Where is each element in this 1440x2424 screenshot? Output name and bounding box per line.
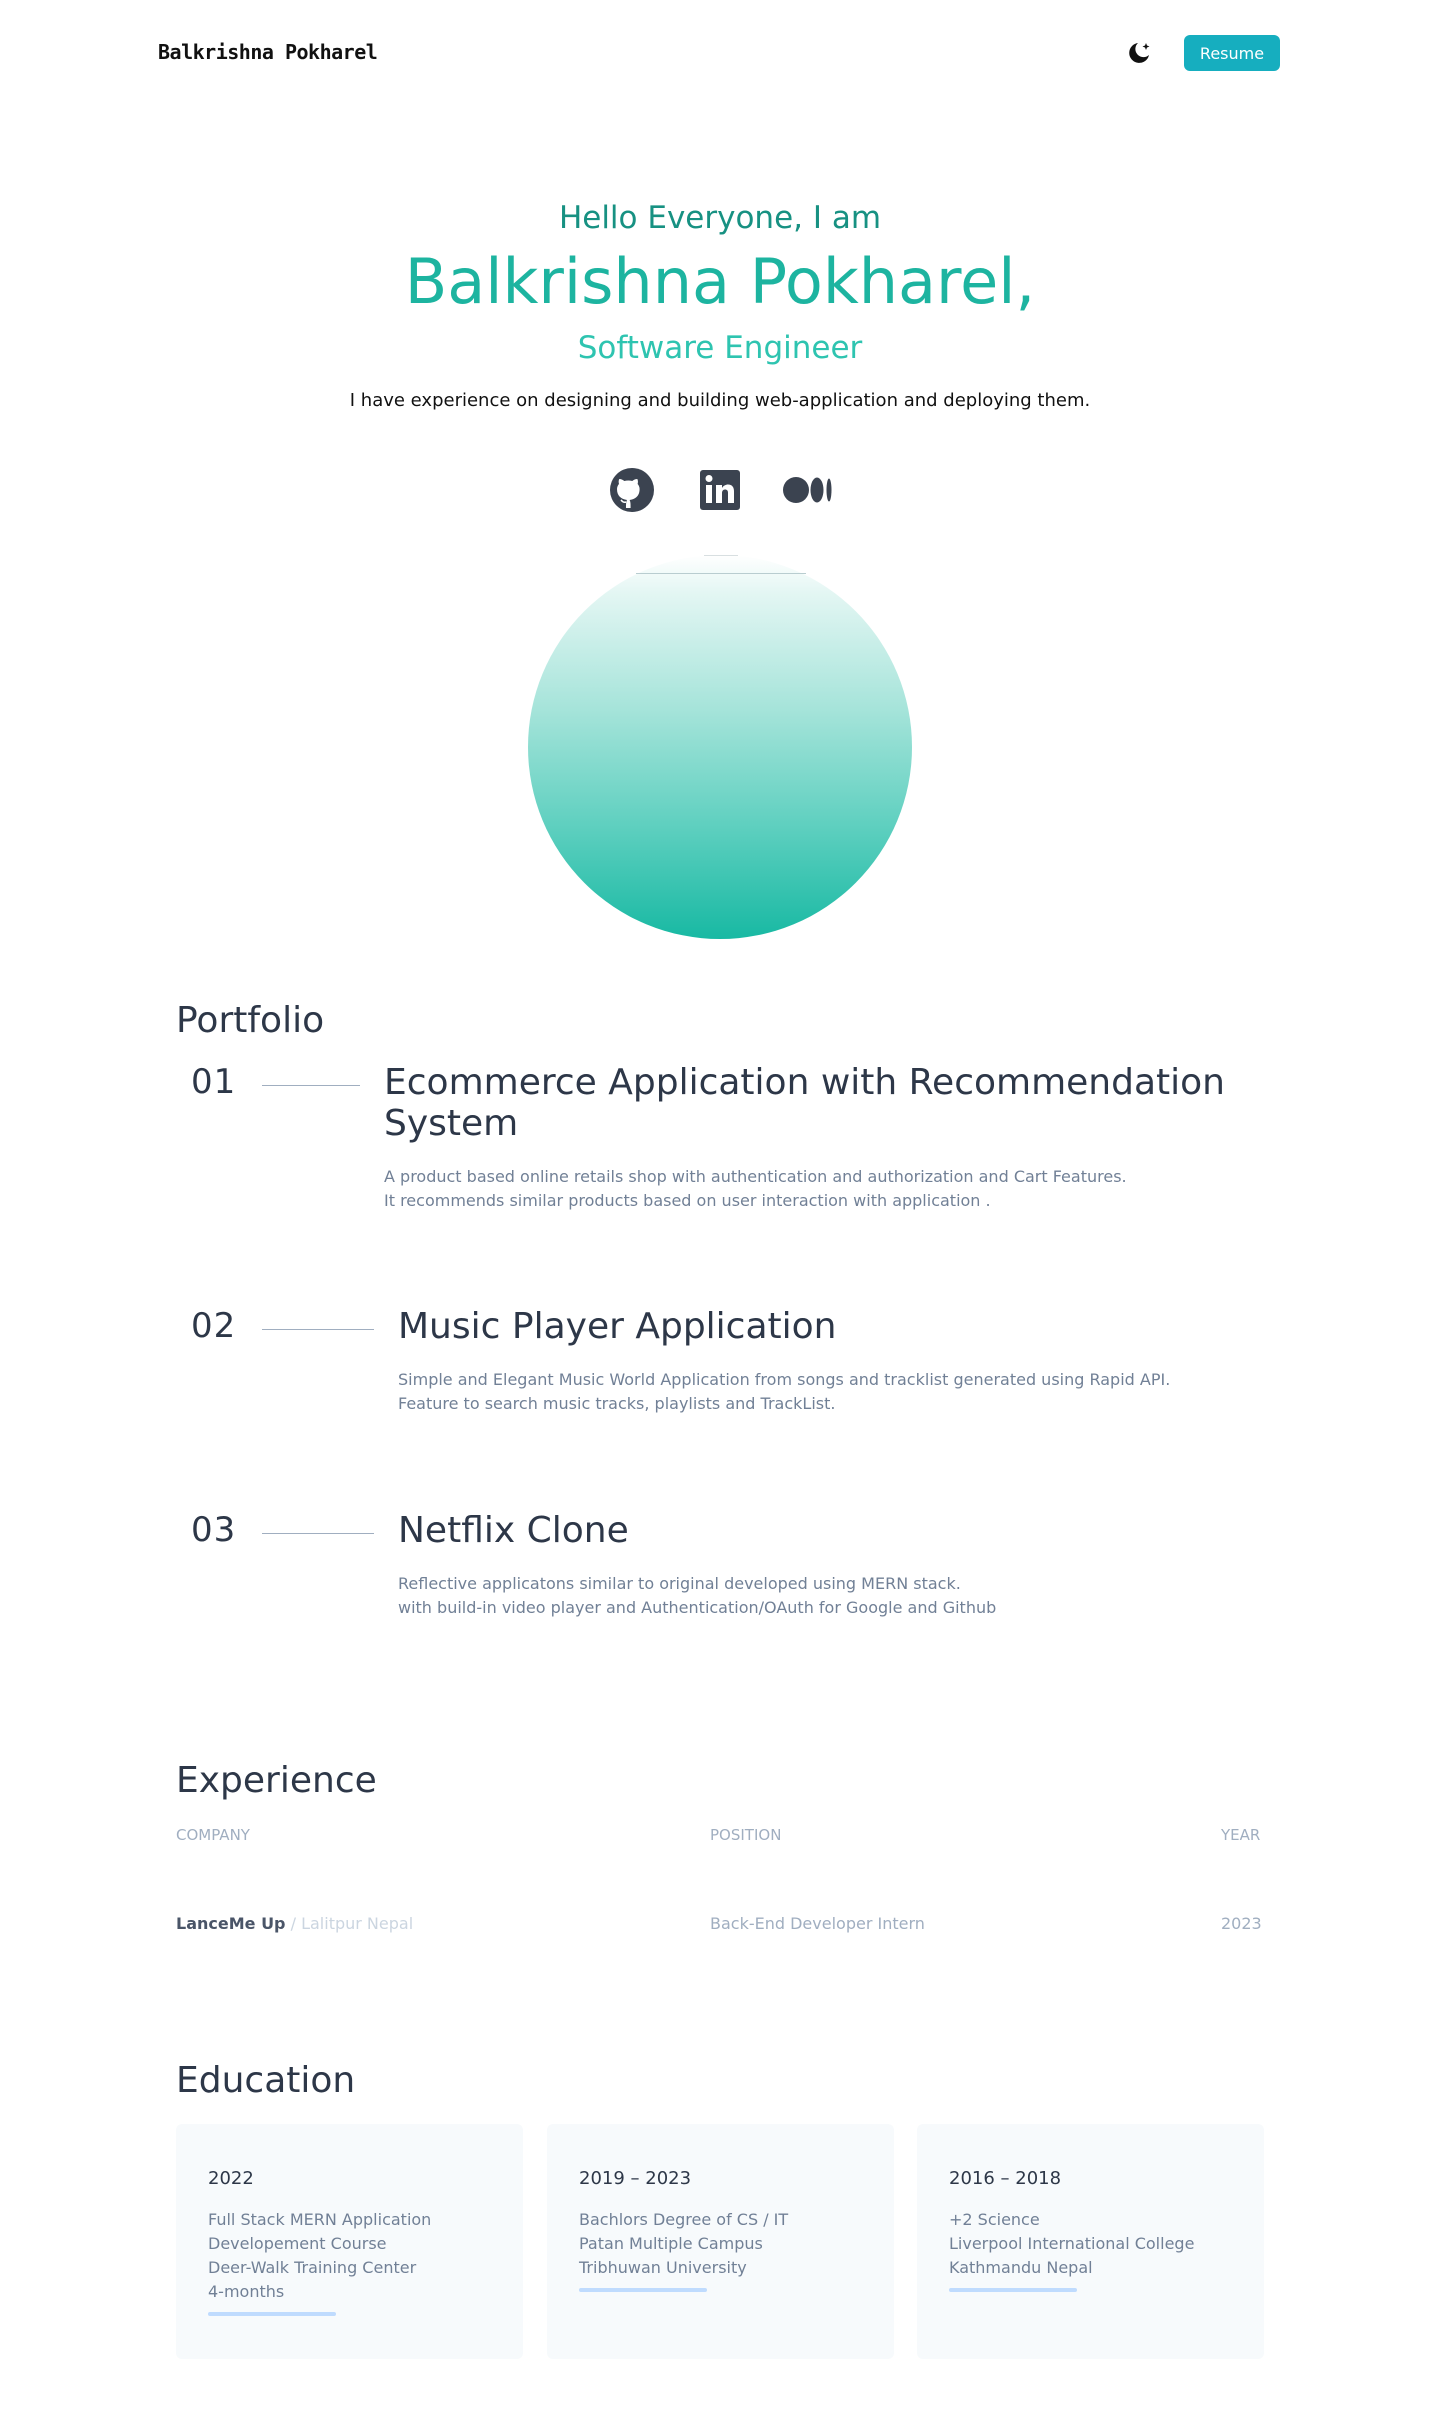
github-icon[interactable]	[608, 466, 656, 514]
education-year: 2016 – 2018	[949, 2168, 1062, 2189]
resume-button[interactable]: Resume	[1184, 35, 1280, 71]
project-number: 01	[191, 1062, 237, 1102]
site-logo[interactable]: Balkrishna Pokharel	[158, 40, 378, 64]
project-title-line: Ecommerce Application with Recommendatio…	[384, 1062, 1225, 1103]
medium-icon[interactable]	[782, 466, 832, 514]
project-number: 03	[191, 1510, 237, 1550]
education-line: Developement Course	[208, 2234, 387, 2253]
moon-icon[interactable]	[1124, 38, 1154, 68]
education-card: 2016 – 2018 +2 Science Liverpool Interna…	[917, 2124, 1264, 2359]
project-description-line: with build-in video player and Authentic…	[398, 1598, 997, 1617]
education-line: Liverpool International College	[949, 2234, 1195, 2253]
experience-title: Experience	[176, 1760, 377, 1801]
project-divider	[262, 1533, 374, 1534]
project-description-line: Feature to search music tracks, playlist…	[398, 1394, 836, 1413]
project-title[interactable]: Ecommerce Application with Recommendatio…	[384, 1062, 1225, 1144]
column-header-position: Position	[710, 1826, 782, 1844]
education-line: Tribhuwan University	[579, 2258, 747, 2277]
education-title: Education	[176, 2060, 356, 2101]
project-divider	[262, 1085, 360, 1086]
company-location: / Lalitpur Nepal	[285, 1914, 414, 1933]
project-description: Reflective applicatons similar to origin…	[398, 1572, 996, 1620]
project-description-line: It recommends similar products based on …	[384, 1191, 991, 1210]
education-line: Kathmandu Nepal	[949, 2258, 1093, 2277]
company-name: LanceMe Up	[176, 1914, 286, 1933]
hero-description: I have experience on designing and build…	[349, 390, 1091, 411]
education-accent-bar	[949, 2288, 1077, 2292]
project-title[interactable]: Netflix Clone	[398, 1510, 629, 1551]
logo-first-name: Balkrishna	[158, 40, 274, 64]
project-description: Simple and Elegant Music World Applicati…	[398, 1368, 1170, 1416]
education-line: 4-months	[208, 2282, 285, 2301]
education-accent-bar	[208, 2312, 336, 2316]
project-description: A product based online retails shop with…	[384, 1165, 1127, 1213]
hero-name: Balkrishna Pokharel,	[404, 245, 1036, 318]
linkedin-icon[interactable]	[696, 466, 744, 514]
avatar-background	[528, 555, 912, 939]
experience-position: Back-End Developer Intern	[710, 1914, 925, 1933]
hero-role: Software Engineer	[577, 330, 863, 366]
avatar-decoration-line	[636, 573, 806, 574]
project-description-line: A product based online retails shop with…	[384, 1167, 1127, 1186]
education-year: 2022	[208, 2168, 254, 2189]
education-accent-bar	[579, 2288, 707, 2292]
project-number: 02	[191, 1306, 237, 1346]
logo-last-name: Pokharel	[284, 40, 378, 64]
experience-year: 2023	[1221, 1914, 1262, 1933]
experience-company: LanceMe Up / Lalitpur Nepal	[176, 1914, 413, 1933]
education-line: Full Stack MERN Application	[208, 2210, 432, 2229]
social-links	[0, 466, 1440, 518]
portfolio-title: Portfolio	[176, 1000, 325, 1041]
project-title[interactable]: Music Player Application	[398, 1306, 837, 1347]
education-card: 2022 Full Stack MERN Application Develop…	[176, 2124, 523, 2359]
project-title-line: System	[384, 1103, 519, 1144]
education-line: Deer-Walk Training Center	[208, 2258, 417, 2277]
education-details: Bachlors Degree of CS / IT Patan Multipl…	[579, 2208, 788, 2280]
project-description-line: Simple and Elegant Music World Applicati…	[398, 1370, 1171, 1389]
education-line: +2 Science	[949, 2210, 1040, 2229]
education-details: +2 Science Liverpool International Colle…	[949, 2208, 1194, 2280]
education-card: 2019 – 2023 Bachlors Degree of CS / IT P…	[547, 2124, 894, 2359]
education-line: Bachlors Degree of CS / IT	[579, 2210, 789, 2229]
education-details: Full Stack MERN Application Developement…	[208, 2208, 431, 2304]
education-year: 2019 – 2023	[579, 2168, 692, 2189]
project-description-line: Reflective applicatons similar to origin…	[398, 1574, 961, 1593]
profile-avatar	[528, 555, 912, 939]
education-line: Patan Multiple Campus	[579, 2234, 763, 2253]
project-divider	[262, 1329, 374, 1330]
site-header: Balkrishna Pokharel Resume	[0, 0, 1440, 106]
column-header-year: Year	[1221, 1826, 1261, 1844]
column-header-company: Company	[176, 1826, 250, 1844]
avatar-decoration	[704, 555, 738, 556]
hero-greeting: Hello Everyone, I am	[558, 200, 882, 236]
